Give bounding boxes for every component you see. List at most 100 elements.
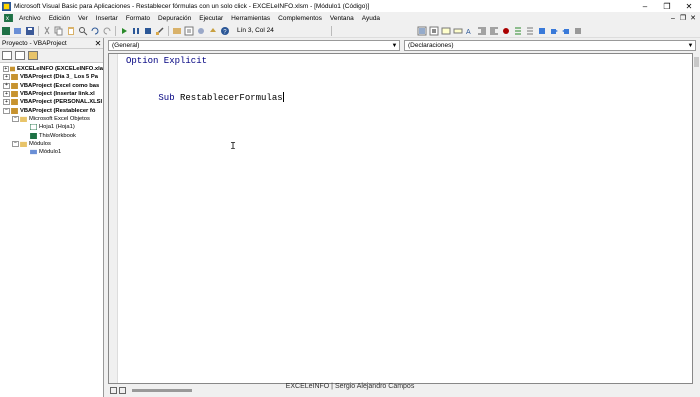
uncomment-block-icon[interactable] — [525, 26, 535, 36]
menu-formato[interactable]: Formato — [122, 15, 154, 22]
expand-toggle[interactable]: − — [12, 115, 19, 122]
svg-text:A: A — [466, 29, 471, 36]
object-browser-icon[interactable] — [196, 26, 206, 36]
expand-toggle[interactable]: − — [12, 140, 19, 147]
save-icon[interactable] — [25, 26, 35, 36]
tree-node[interactable]: − VBAProject (Restablecer fó — [0, 106, 103, 114]
insert-module-icon[interactable] — [13, 26, 23, 36]
list-constants-icon[interactable] — [429, 26, 439, 36]
module-icon — [30, 149, 37, 155]
toggle-folders-button[interactable] — [28, 51, 38, 60]
vertical-scrollbar[interactable] — [693, 53, 700, 384]
view-excel-icon[interactable] — [1, 26, 11, 36]
menu-complementos[interactable]: Complementos — [274, 15, 326, 22]
copy-icon[interactable] — [54, 26, 64, 36]
menu-ver[interactable]: Ver — [74, 15, 92, 22]
expand-toggle[interactable]: + — [3, 82, 10, 89]
minimize-button[interactable]: – — [634, 0, 656, 12]
find-icon[interactable] — [78, 26, 88, 36]
code-line-sub: Sub RestablecerFormulas — [126, 82, 284, 113]
toolbar-separator — [38, 25, 39, 36]
object-dropdown[interactable]: (General) ▼ — [108, 40, 400, 51]
vba-project-icon — [11, 74, 18, 81]
expand-toggle[interactable]: + — [3, 99, 10, 106]
vba-project-icon — [9, 66, 15, 72]
expand-toggle[interactable]: + — [3, 74, 10, 81]
project-tree: + EXCELeINFO (EXCELeINFO.xla + VBAProjec… — [0, 63, 103, 156]
redo-icon[interactable] — [102, 26, 112, 36]
tree-node-label: VBAProject (Restablecer fó — [20, 107, 96, 114]
title-bar: Microsoft Visual Basic para Aplicaciones… — [0, 0, 700, 12]
procedure-dropdown[interactable]: (Declaraciones) ▼ — [404, 40, 696, 51]
indent-icon[interactable] — [477, 26, 487, 36]
maximize-button[interactable]: ❐ — [656, 0, 678, 12]
tree-node[interactable]: + VBAProject (Insertar link.xl — [0, 90, 103, 98]
next-bookmark-icon[interactable] — [549, 26, 559, 36]
expand-toggle[interactable]: + — [3, 66, 9, 73]
chevron-down-icon[interactable]: ▼ — [686, 43, 695, 49]
project-explorer-close-button[interactable]: ✕ — [93, 39, 103, 48]
break-icon[interactable] — [131, 26, 141, 36]
menu-herramientas[interactable]: Herramientas — [227, 15, 274, 22]
menu-ayuda[interactable]: Ayuda — [358, 15, 384, 22]
vba-project-icon — [11, 107, 18, 114]
window-title: Microsoft Visual Basic para Aplicaciones… — [14, 2, 370, 10]
clear-bookmarks-icon[interactable] — [573, 26, 583, 36]
project-explorer-icon[interactable] — [172, 26, 182, 36]
project-explorer-toolbar — [0, 49, 103, 63]
close-button[interactable]: ✕ — [678, 0, 700, 12]
tree-node[interactable]: + EXCELeINFO (EXCELeINFO.xla — [0, 65, 103, 73]
chevron-down-icon[interactable]: ▼ — [390, 43, 399, 49]
tree-node[interactable]: Módulo1 — [0, 148, 103, 156]
paste-icon[interactable] — [66, 26, 76, 36]
tree-node-label: ThisWorkbook — [39, 132, 76, 139]
previous-bookmark-icon[interactable] — [561, 26, 571, 36]
tree-node[interactable]: − Microsoft Excel Objetos — [0, 115, 103, 123]
comment-block-icon[interactable] — [513, 26, 523, 36]
menu-insertar[interactable]: Insertar — [92, 15, 122, 22]
toolbox-icon[interactable] — [208, 26, 218, 36]
text-caret — [282, 92, 284, 102]
tree-node[interactable]: + VBAProject (Día 3_ Los 5 Pa — [0, 73, 103, 81]
menu-depuracion[interactable]: Depuración — [154, 15, 195, 22]
expand-toggle[interactable]: + — [3, 91, 10, 98]
mdi-close-button[interactable]: ✕ — [688, 14, 698, 22]
expand-toggle[interactable]: − — [3, 107, 10, 114]
view-code-button[interactable] — [2, 51, 12, 60]
menu-ventana[interactable]: Ventana — [326, 15, 358, 22]
tree-node[interactable]: ThisWorkbook — [0, 131, 103, 139]
code-keyword-sub: Sub — [158, 93, 175, 103]
code-editor[interactable]: Option Explicit Sub RestablecerFormulas … — [108, 53, 693, 384]
run-icon[interactable] — [119, 26, 129, 36]
mdi-restore-button[interactable]: ❐ — [678, 14, 688, 22]
help-icon[interactable]: ? — [220, 26, 230, 36]
design-mode-icon[interactable] — [155, 26, 165, 36]
outdent-icon[interactable] — [489, 26, 499, 36]
scrollbar-thumb[interactable] — [694, 57, 699, 67]
tree-node[interactable]: + VBAProject (Excel como bas — [0, 82, 103, 90]
toggle-breakpoint-icon[interactable] — [501, 26, 511, 36]
cursor-position: Lín 3, Col 24 — [237, 27, 274, 34]
toggle-bookmark-icon[interactable] — [537, 26, 547, 36]
list-properties-icon[interactable] — [417, 26, 427, 36]
vba-project-icon — [11, 82, 18, 89]
view-object-button[interactable] — [15, 51, 25, 60]
cut-icon[interactable] — [42, 26, 52, 36]
reset-icon[interactable] — [143, 26, 153, 36]
tree-node[interactable]: + VBAProject (PERSONAL.XLSI — [0, 98, 103, 106]
complete-word-icon[interactable]: A — [465, 26, 475, 36]
menu-edicion[interactable]: Edición — [45, 15, 74, 22]
editor-margin[interactable] — [109, 54, 118, 383]
undo-icon[interactable] — [90, 26, 100, 36]
menu-ejecutar[interactable]: Ejecutar — [195, 15, 227, 22]
parameter-info-icon[interactable] — [453, 26, 463, 36]
excel-icon[interactable]: x — [4, 14, 13, 22]
tree-node[interactable]: − Módulos — [0, 140, 103, 148]
toolbar-separator — [168, 25, 169, 36]
menu-bar: x Archivo Edición Ver Insertar Formato D… — [0, 12, 700, 24]
mdi-minimize-button[interactable]: – — [668, 15, 678, 22]
properties-icon[interactable] — [184, 26, 194, 36]
tree-node[interactable]: Hoja1 (Hoja1) — [0, 123, 103, 131]
quick-info-icon[interactable] — [441, 26, 451, 36]
menu-archivo[interactable]: Archivo — [15, 15, 45, 22]
